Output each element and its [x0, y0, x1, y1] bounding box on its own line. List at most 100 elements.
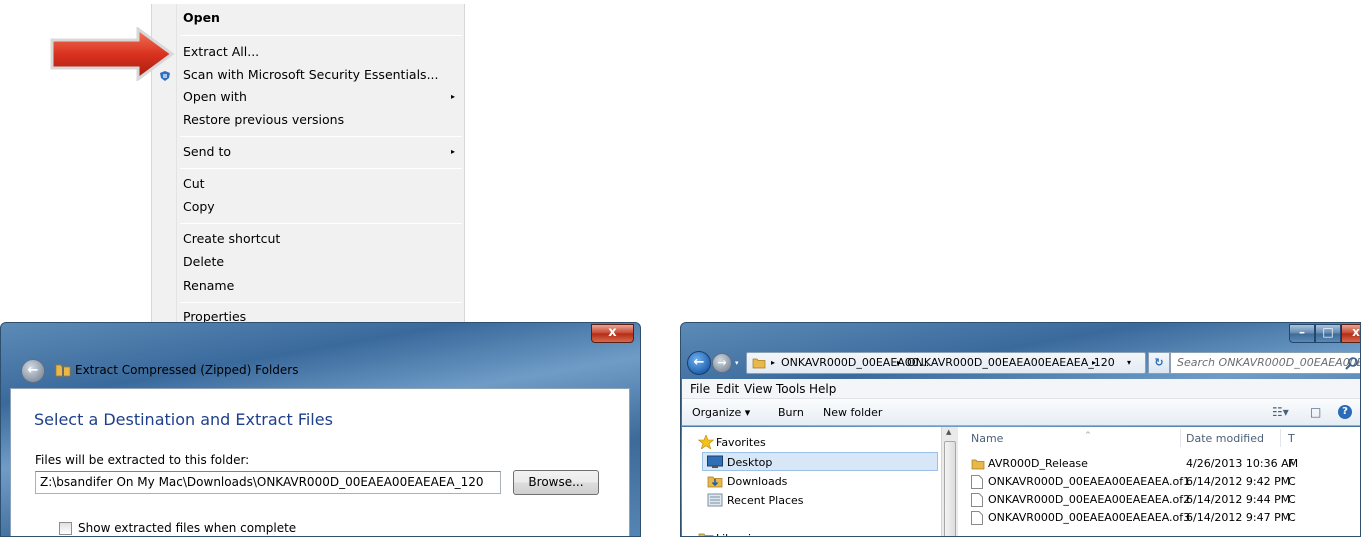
nav-downloads[interactable]: Downloads [702, 472, 942, 491]
organize-button[interactable]: Organize ▾ [692, 399, 750, 426]
file-row[interactable]: AVR000D_Release 4/26/2013 10:36 AM F [968, 455, 1360, 473]
desktop-icon [707, 455, 723, 468]
search-input[interactable]: Search ONKAVR000D_00EAEA00EAEA... [1170, 352, 1360, 374]
menu-help[interactable]: Help [809, 379, 836, 399]
address-dropdown-icon[interactable]: ▾ [1127, 353, 1131, 373]
destination-label: Files will be extracted to this folder: [35, 453, 250, 467]
context-menu: Open Extract All... Scan with Microsoft … [151, 4, 465, 322]
file-type: C [1288, 493, 1296, 506]
breadcrumb-segment[interactable]: ONKAVR000D_00EAEA00EAEAEA_120 [907, 353, 1115, 373]
search-icon[interactable] [1345, 356, 1359, 370]
show-extracted-files-label: Show extracted files when complete [78, 521, 297, 535]
submenu-arrow-icon: ▸ [450, 92, 455, 101]
show-extracted-files-checkbox[interactable] [59, 522, 72, 535]
menu-file[interactable]: File [690, 379, 710, 399]
menu-item-properties[interactable]: Properties [152, 306, 464, 322]
libraries-icon [698, 533, 714, 536]
menu-item-restore-previous-versions[interactable]: Restore previous versions [152, 109, 464, 131]
forward-button[interactable]: → [712, 353, 732, 373]
menu-item-cut[interactable]: Cut [152, 173, 464, 195]
nav-libraries[interactable]: Libraries [682, 529, 922, 536]
menu-item-rename[interactable]: Rename [152, 275, 464, 297]
file-row[interactable]: ONKAVR000D_00EAEA00EAEAEA.of1 6/14/2012 … [968, 473, 1360, 491]
menu-item-create-shortcut[interactable]: Create shortcut [152, 228, 464, 250]
red-arrow-icon [50, 27, 175, 81]
file-date: 4/26/2013 10:36 AM [1186, 457, 1299, 470]
menu-tools[interactable]: Tools [776, 379, 806, 399]
refresh-button[interactable]: ↻ [1148, 352, 1170, 374]
menu-item-extract-all[interactable]: Extract All... [152, 41, 464, 63]
star-icon [698, 435, 714, 449]
file-name: ONKAVR000D_00EAEA00EAEAEA.of2 [988, 493, 1191, 506]
breadcrumb-chevron-icon[interactable]: ▸ [771, 353, 775, 373]
menu-item-label: Open with [183, 89, 247, 104]
nav-desktop[interactable]: Desktop [702, 452, 938, 471]
address-bar[interactable]: ▸ ONKAVR000D_00EAEA00... ▸ ONKAVR000D_00… [746, 352, 1146, 374]
column-header-name[interactable]: Name ^ [971, 431, 1091, 445]
column-header-type[interactable]: T [1288, 432, 1295, 445]
view-options-icon[interactable]: ☷▾ [1272, 405, 1289, 419]
menu-separator [180, 223, 462, 224]
file-row[interactable]: ONKAVR000D_00EAEA00EAEAEA.of3 6/14/2012 … [968, 509, 1360, 527]
nav-label: Recent Places [727, 494, 804, 507]
file-icon [971, 511, 983, 525]
sort-ascending-icon: ^ [1085, 431, 1091, 439]
new-folder-button[interactable]: New folder [823, 399, 882, 426]
file-name: AVR000D_Release [988, 457, 1088, 470]
menu-bar: File Edit View Tools Help [682, 379, 1360, 399]
dialog-body: Select a Destination and Extract Files F… [10, 388, 630, 536]
help-icon[interactable]: ? [1338, 405, 1352, 419]
file-date: 6/14/2012 9:44 PM [1186, 493, 1291, 506]
menu-item-open[interactable]: Open [152, 7, 464, 29]
submenu-arrow-icon: ▸ [450, 147, 455, 156]
back-button[interactable]: ← [687, 351, 711, 375]
file-row[interactable]: ONKAVR000D_00EAEA00EAEAEA.of2 6/14/2012 … [968, 491, 1360, 509]
navigation-scrollbar[interactable]: ▲ [941, 427, 958, 536]
maximize-button[interactable]: □ [1315, 324, 1341, 343]
nav-label: Downloads [727, 475, 788, 488]
window-close-button[interactable]: x [1341, 324, 1360, 343]
explorer-window: – □ x ← → ▾ ▸ ONKAVR000D_00EAEA00... ▸ O… [680, 322, 1361, 537]
file-icon [971, 493, 983, 507]
destination-path-input[interactable]: Z:\bsandifer On My Mac\Downloads\ONKAVR0… [35, 471, 501, 494]
scroll-up-arrow-icon[interactable]: ▲ [946, 428, 951, 436]
menu-view[interactable]: View [744, 379, 772, 399]
menu-item-send-to[interactable]: Send to ▸ [152, 141, 464, 163]
file-name: ONKAVR000D_00EAEA00EAEAEA.of1 [988, 475, 1191, 488]
menu-item-scan-mse[interactable]: Scan with Microsoft Security Essentials.… [152, 64, 464, 86]
breadcrumb-chevron-icon[interactable]: ▸ [897, 353, 901, 373]
back-button[interactable]: ← [21, 359, 45, 383]
burn-button[interactable]: Burn [778, 399, 804, 426]
dialog-heading: Select a Destination and Extract Files [34, 410, 333, 429]
folder-icon [971, 459, 985, 470]
file-type: F [1288, 457, 1295, 470]
file-type: C [1288, 475, 1296, 488]
minimize-button[interactable]: – [1289, 324, 1315, 343]
command-bar: Organize ▾ Burn New folder ☷▾ □ ? [682, 399, 1360, 426]
column-header-date-modified[interactable]: Date modified [1186, 432, 1264, 445]
menu-separator [180, 302, 462, 303]
menu-item-delete[interactable]: Delete [152, 251, 464, 273]
extract-dialog: x ← Extract Compressed (Zipped) Folders … [0, 322, 641, 537]
menu-separator [180, 35, 462, 36]
file-name: ONKAVR000D_00EAEA00EAEAEA.of3 [988, 511, 1191, 524]
file-date: 6/14/2012 9:42 PM [1186, 475, 1291, 488]
recent-places-icon [707, 493, 723, 507]
preview-pane-icon[interactable]: □ [1310, 405, 1321, 419]
column-divider[interactable] [1280, 429, 1281, 447]
column-divider[interactable] [1180, 429, 1181, 447]
nav-label: Libraries [716, 529, 764, 536]
recent-pages-dropdown-icon[interactable]: ▾ [735, 359, 739, 367]
dialog-close-button[interactable]: x [591, 324, 634, 343]
nav-recent-places[interactable]: Recent Places [702, 491, 942, 510]
column-label: Name [971, 432, 1004, 445]
browse-button[interactable]: Browse... [513, 470, 599, 495]
scrollbar-thumb[interactable] [944, 441, 956, 536]
menu-item-copy[interactable]: Copy [152, 196, 464, 218]
file-list: Name ^ Date modified T AVR000D_Release 4… [958, 427, 1360, 536]
breadcrumb-chevron-icon[interactable]: ▸ [1092, 353, 1096, 373]
menu-item-open-with[interactable]: Open with ▸ [152, 86, 464, 108]
menu-edit[interactable]: Edit [716, 379, 739, 399]
nav-favorites[interactable]: Favorites [682, 433, 922, 452]
menu-separator [180, 136, 462, 137]
